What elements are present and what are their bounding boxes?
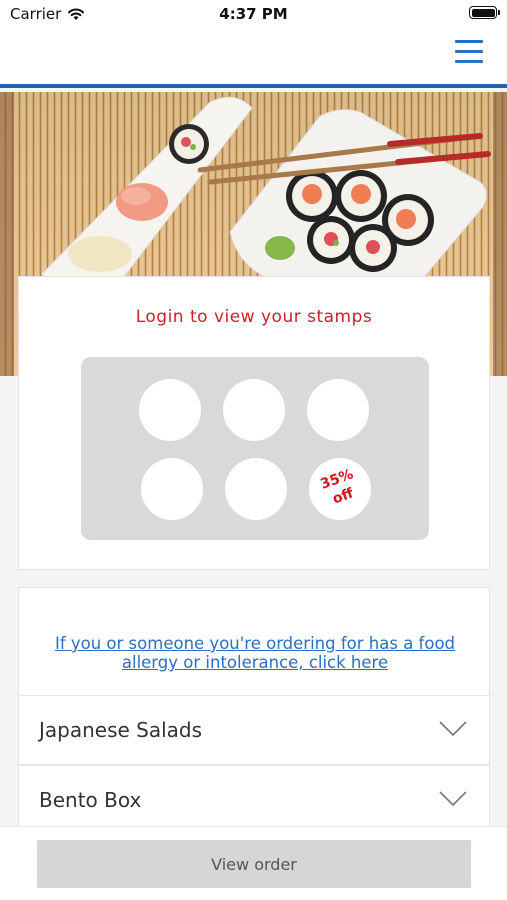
stamp-slot <box>141 458 203 520</box>
view-order-button[interactable]: View order <box>37 840 471 888</box>
stamp-reward-slot: 35% off <box>309 458 371 520</box>
category-label: Japanese Salads <box>39 718 203 742</box>
top-nav-bar <box>0 30 507 88</box>
category-bento-box[interactable]: Bento Box <box>18 765 490 835</box>
stamp-slot <box>225 458 287 520</box>
stamp-slot <box>139 379 201 441</box>
reward-badge: 35% off <box>305 460 376 515</box>
stamp-grid: 35% off <box>81 357 429 540</box>
clock: 4:37 PM <box>219 5 288 23</box>
stamp-card-title[interactable]: Login to view your stamps <box>19 307 489 327</box>
stamp-slot <box>307 379 369 441</box>
allergy-info-link[interactable]: If you or someone you're ordering for ha… <box>39 634 471 672</box>
bottom-bar: View order <box>0 826 507 900</box>
chevron-down-icon <box>439 791 467 807</box>
allergy-notice: If you or someone you're ordering for ha… <box>18 587 490 696</box>
hamburger-menu-icon[interactable] <box>455 40 483 64</box>
chevron-down-icon <box>439 721 467 737</box>
status-bar: Carrier 4:37 PM <box>0 0 507 30</box>
stamp-slot <box>223 379 285 441</box>
battery-icon <box>469 6 500 19</box>
stamp-card: Login to view your stamps 35% off <box>18 276 490 570</box>
category-japanese-salads[interactable]: Japanese Salads <box>18 695 490 765</box>
category-label: Bento Box <box>39 788 142 812</box>
